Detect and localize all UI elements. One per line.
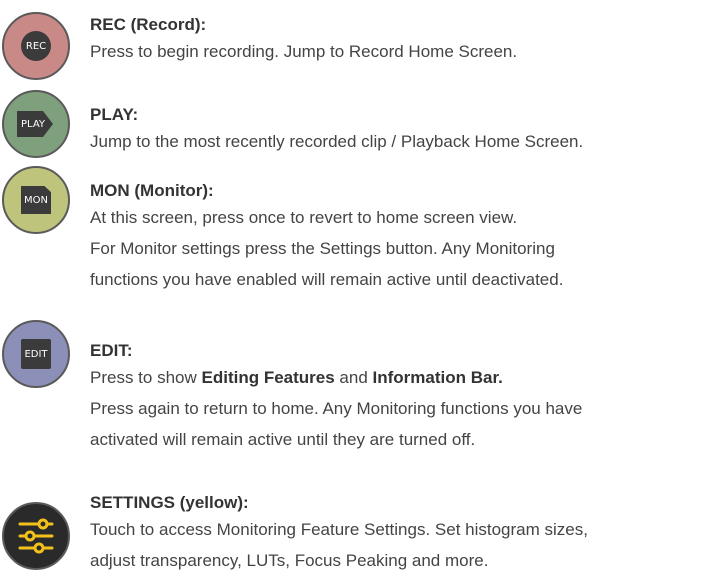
play-desc-line-1: Jump to the most recently recorded clip … bbox=[90, 132, 584, 151]
edit-icon: EDIT bbox=[21, 339, 51, 369]
edit-button[interactable]: EDIT bbox=[2, 320, 70, 388]
mon-desc-line-3: functions you have enabled will remain a… bbox=[90, 270, 564, 289]
rec-desc-line-1: Press to begin recording. Jump to Record… bbox=[90, 42, 518, 61]
edit-desc-text-b: and bbox=[334, 368, 373, 387]
sliders-icon bbox=[18, 518, 54, 554]
edit-desc-line-3: activated will remain active until they … bbox=[90, 430, 476, 449]
edit-desc-text-a: Press to show bbox=[90, 368, 202, 387]
play-icon: PLAY bbox=[17, 109, 55, 139]
settings-title: SETTINGS (yellow): bbox=[90, 493, 249, 512]
editing-features-label: Editing Features bbox=[201, 368, 335, 387]
play-icon-label: PLAY bbox=[20, 118, 45, 130]
record-icon: REC bbox=[21, 31, 51, 61]
mon-title: MON (Monitor): bbox=[90, 181, 214, 200]
settings-desc-line-1: Touch to access Monitoring Feature Setti… bbox=[90, 520, 588, 539]
monitor-icon: MON bbox=[21, 186, 51, 214]
rec-title: REC (Record): bbox=[90, 15, 207, 34]
play-title: PLAY: bbox=[90, 105, 139, 124]
edit-desc-line-1: Press to show Editing Features and Infor… bbox=[90, 362, 708, 393]
mon-button[interactable]: MON bbox=[2, 166, 70, 234]
mon-desc-line-2: For Monitor settings press the Settings … bbox=[90, 239, 555, 258]
rec-button[interactable]: REC bbox=[2, 12, 70, 80]
mon-desc-line-1: At this screen, press once to revert to … bbox=[90, 208, 518, 227]
edit-title: EDIT: bbox=[90, 341, 133, 360]
settings-button[interactable] bbox=[2, 502, 70, 570]
information-bar-label: Information Bar. bbox=[372, 368, 503, 387]
edit-desc-line-2: Press again to return to home. Any Monit… bbox=[90, 399, 583, 418]
settings-desc-line-2: adjust transparency, LUTs, Focus Peaking… bbox=[90, 551, 489, 570]
play-button[interactable]: PLAY bbox=[2, 90, 70, 158]
